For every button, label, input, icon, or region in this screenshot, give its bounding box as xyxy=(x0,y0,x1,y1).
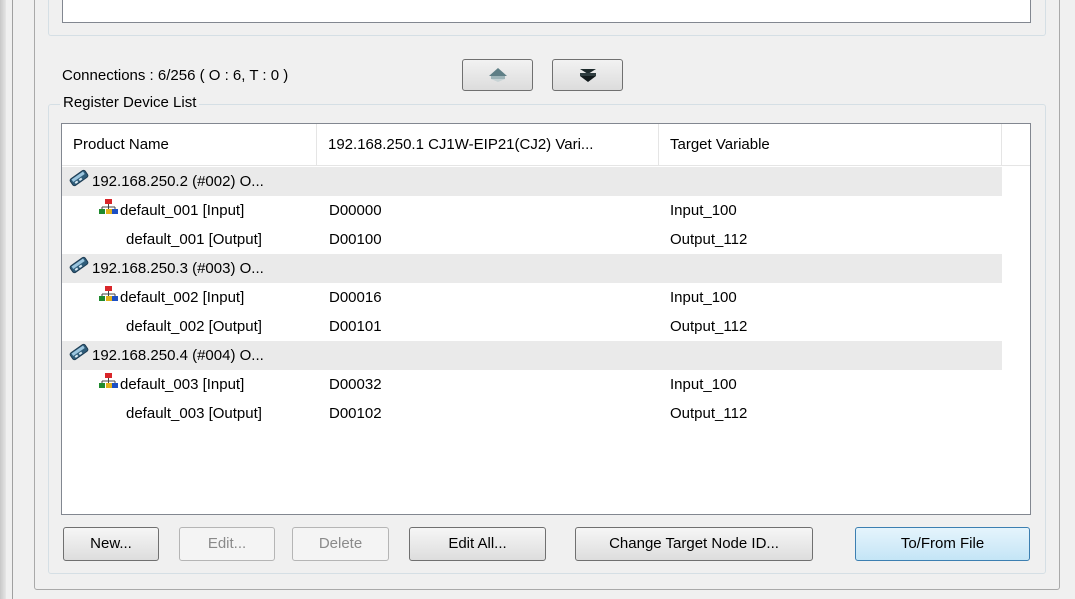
move-down-button[interactable] xyxy=(552,59,623,91)
cell-product-name: 192.168.250.3 (#003) O... xyxy=(68,254,264,284)
tag-row[interactable]: default_002 [Output] D00101 Output_112 xyxy=(62,312,1002,341)
product-name-text: default_001 [Input] xyxy=(120,202,245,219)
network-device-icon xyxy=(68,255,90,284)
column-header-product-name[interactable]: Product Name xyxy=(62,124,317,166)
tag-row[interactable]: default_002 [Input] D00016 Input_100 xyxy=(62,283,1002,312)
tag-row[interactable]: default_003 [Output] D00102 Output_112 xyxy=(62,399,1002,428)
cell-target-variable: Output_112 xyxy=(670,231,748,248)
device-row[interactable]: 192.168.250.4 (#004) O... xyxy=(62,341,1002,370)
move-up-icon xyxy=(488,68,507,82)
window-left-edge xyxy=(0,0,6,599)
cell-target-variable: Input_100 xyxy=(670,376,737,393)
cell-originator-variable: D00102 xyxy=(329,405,382,422)
product-name-text: default_003 [Input] xyxy=(120,376,245,393)
tag-row[interactable]: default_001 [Input] D00000 Input_100 xyxy=(62,196,1002,225)
cell-target-variable: Output_112 xyxy=(670,318,748,335)
product-name-text: default_002 [Input] xyxy=(120,289,245,306)
device-row[interactable]: 192.168.250.3 (#003) O... xyxy=(62,254,1002,283)
tag-row[interactable]: default_001 [Output] D00100 Output_112 xyxy=(62,225,1002,254)
column-header-originator-variable[interactable]: 192.168.250.1 CJ1W-EIP21(CJ2) Vari... xyxy=(317,124,659,166)
to-from-file-button[interactable]: To/From File xyxy=(855,527,1030,561)
move-down-icon xyxy=(579,69,596,82)
cell-product-name: default_002 [Input] xyxy=(98,283,244,313)
edit-button[interactable]: Edit... xyxy=(179,527,275,561)
product-name-text: 192.168.250.4 (#004) O... xyxy=(92,347,264,364)
change-target-node-id-button[interactable]: Change Target Node ID... xyxy=(575,527,813,561)
window-left-edge-line xyxy=(12,0,13,599)
register-device-list[interactable]: Product Name 192.168.250.1 CJ1W-EIP21(CJ… xyxy=(61,123,1031,515)
move-up-button[interactable] xyxy=(462,59,533,91)
network-device-icon xyxy=(68,342,90,371)
cell-product-name: 192.168.250.2 (#002) O... xyxy=(68,167,264,197)
product-name-text: 192.168.250.3 (#003) O... xyxy=(92,260,264,277)
connection-node-icon xyxy=(98,197,118,226)
cell-originator-variable: D00000 xyxy=(329,202,382,219)
cell-product-name: default_001 [Output] xyxy=(126,225,262,254)
list-header: Product Name 192.168.250.1 CJ1W-EIP21(CJ… xyxy=(62,124,1030,166)
cell-target-variable: Output_112 xyxy=(670,405,748,422)
column-header-filler xyxy=(1002,124,1030,166)
edit-all-button[interactable]: Edit All... xyxy=(409,527,546,561)
cell-target-variable: Input_100 xyxy=(670,202,737,219)
cell-product-name: default_003 [Input] xyxy=(98,370,244,400)
column-header-target-variable[interactable]: Target Variable xyxy=(659,124,1002,166)
connection-node-icon xyxy=(98,284,118,313)
cell-product-name: default_003 [Output] xyxy=(126,399,262,428)
product-name-text: default_003 [Output] xyxy=(126,405,262,422)
cell-originator-variable: D00100 xyxy=(329,231,382,248)
delete-button[interactable]: Delete xyxy=(292,527,389,561)
cell-originator-variable: D00016 xyxy=(329,289,382,306)
cell-product-name: 192.168.250.4 (#004) O... xyxy=(68,341,264,371)
cell-product-name: default_001 [Input] xyxy=(98,196,244,226)
device-row[interactable]: 192.168.250.2 (#002) O... xyxy=(62,167,1002,196)
product-name-text: default_002 [Output] xyxy=(126,318,262,335)
connection-node-icon xyxy=(98,371,118,400)
cell-originator-variable: D00101 xyxy=(329,318,382,335)
connections-label: Connections : 6/256 ( O : 6, T : 0 ) xyxy=(62,67,289,84)
tag-row[interactable]: default_003 [Input] D00032 Input_100 xyxy=(62,370,1002,399)
upper-list-box[interactable] xyxy=(62,0,1031,23)
register-device-list-legend: Register Device List xyxy=(60,94,200,111)
network-device-icon xyxy=(68,168,90,197)
cell-target-variable: Input_100 xyxy=(670,289,737,306)
new-button[interactable]: New... xyxy=(63,527,159,561)
cell-originator-variable: D00032 xyxy=(329,376,382,393)
product-name-text: default_001 [Output] xyxy=(126,231,262,248)
product-name-text: 192.168.250.2 (#002) O... xyxy=(92,173,264,190)
cell-product-name: default_002 [Output] xyxy=(126,312,262,341)
